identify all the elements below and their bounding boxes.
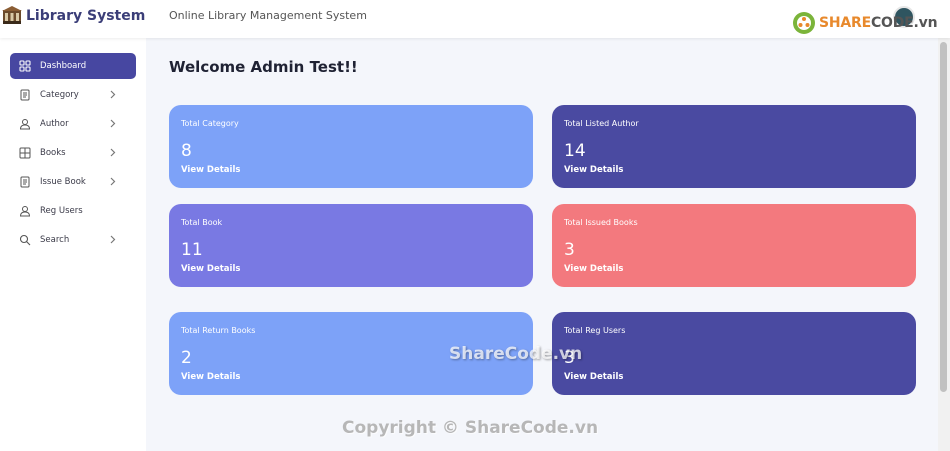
watermark-logo-suffix: CODE — [870, 15, 914, 31]
sharecode-logo-icon — [793, 12, 815, 34]
sidebar-item-label: Search — [40, 235, 70, 245]
view-details-link[interactable]: View Details — [181, 165, 240, 175]
view-details-link[interactable]: View Details — [181, 372, 240, 382]
watermark-logo-text: SHARECODE.vn — [819, 15, 938, 31]
view-details-link[interactable]: View Details — [181, 264, 240, 274]
view-details-link[interactable]: View Details — [564, 264, 623, 274]
chevron-right-icon — [110, 148, 116, 157]
card-title: Total Book — [181, 218, 223, 227]
stat-card-total-book: Total Book 11 View Details — [169, 204, 533, 287]
card-title: Total Issued Books — [564, 218, 638, 227]
stat-card-total-reg-users: Total Reg Users 3 View Details — [552, 312, 916, 395]
chevron-right-icon — [110, 119, 116, 128]
sidebar-item-label: Books — [40, 148, 66, 158]
chevron-right-icon — [110, 235, 116, 244]
card-title: Total Return Books — [181, 326, 256, 335]
document-icon — [20, 176, 30, 188]
sidebar-item-dashboard[interactable]: Dashboard — [10, 53, 136, 79]
sidebar-item-category[interactable]: Category — [10, 82, 136, 108]
sidebar-item-books[interactable]: Books — [10, 140, 136, 166]
watermark-logo: SHARECODE.vn — [792, 11, 938, 35]
sidebar-item-label: Category — [40, 90, 79, 100]
view-details-link[interactable]: View Details — [564, 165, 623, 175]
table-icon — [19, 147, 31, 159]
sidebar-item-issue-book[interactable]: Issue Book — [10, 169, 136, 195]
card-title: Total Listed Author — [564, 119, 639, 128]
brand[interactable]: Library System — [2, 6, 145, 26]
library-logo-icon — [2, 6, 22, 24]
page-subtitle: Online Library Management System — [169, 9, 367, 22]
scrollbar-thumb[interactable] — [940, 42, 947, 392]
stat-card-total-listed-author: Total Listed Author 14 View Details — [552, 105, 916, 188]
copyright-watermark: Copyright © ShareCode.vn — [342, 418, 599, 438]
sidebar-item-author[interactable]: Author — [10, 111, 136, 137]
stat-card-total-category: Total Category 8 View Details — [169, 105, 533, 188]
user-icon — [19, 119, 31, 130]
sidebar-item-label: Issue Book — [40, 177, 86, 187]
card-value: 11 — [181, 240, 203, 260]
chevron-right-icon — [110, 177, 116, 186]
brand-name: Library System — [26, 8, 146, 24]
user-icon — [19, 206, 31, 217]
sidebar-item-label: Reg Users — [40, 206, 83, 216]
view-details-link[interactable]: View Details — [564, 372, 623, 382]
card-title: Total Category — [181, 119, 239, 128]
watermark-logo-prefix: SHARE — [819, 15, 871, 31]
card-title: Total Reg Users — [564, 326, 626, 335]
card-value: 8 — [181, 141, 192, 161]
page-title: Welcome Admin Test!! — [169, 58, 358, 76]
card-value: 2 — [181, 348, 192, 368]
sidebar-item-label: Dashboard — [40, 61, 87, 71]
document-icon — [20, 89, 30, 101]
dashboard-grid-icon — [19, 60, 31, 72]
search-icon — [19, 234, 31, 246]
sidebar: Dashboard Category Author Books Issue Bo… — [0, 38, 146, 451]
card-value: 3 — [564, 240, 575, 260]
watermark-logo-tld: .vn — [913, 15, 938, 31]
card-value: 14 — [564, 141, 586, 161]
sidebar-item-label: Author — [40, 119, 69, 129]
stat-card-total-issued-books: Total Issued Books 3 View Details — [552, 204, 916, 287]
chevron-right-icon — [110, 90, 116, 99]
watermark-text: ShareCode.vn — [449, 344, 583, 364]
sidebar-item-reg-users[interactable]: Reg Users — [10, 198, 136, 224]
sidebar-item-search[interactable]: Search — [10, 227, 136, 253]
